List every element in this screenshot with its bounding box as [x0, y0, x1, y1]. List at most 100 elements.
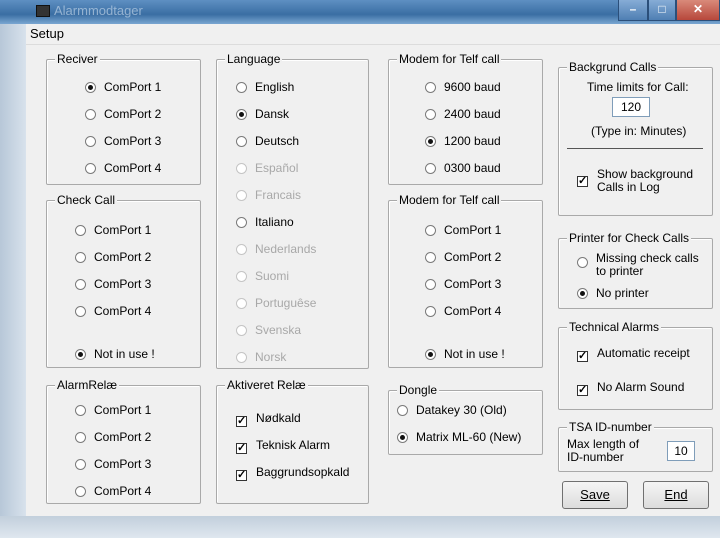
modem-comport-2-radio[interactable]: ComPort 2 [425, 249, 501, 265]
option-label: Not in use ! [94, 347, 155, 361]
radio-icon [425, 82, 436, 93]
alarm-relae-group: AlarmRelæ ComPort 1 ComPort 2 ComPort 3 … [46, 378, 201, 504]
baud-1200-radio[interactable]: 1200 baud [425, 133, 501, 149]
maximize-icon[interactable]: □ [648, 0, 676, 21]
option-label: Italiano [255, 215, 294, 229]
id-length-input[interactable]: 10 [667, 441, 695, 461]
close-icon[interactable]: ✕ [676, 0, 720, 21]
reciver-comport-2-radio[interactable]: ComPort 2 [85, 106, 161, 122]
option-label: Automatic receipt [597, 346, 690, 360]
background-calls-group: Backgrund Calls Time limits for Call: 12… [558, 60, 713, 216]
radio-icon [236, 163, 247, 174]
printer-title: Printer for Check Calls [567, 231, 692, 245]
baud-2400-radio[interactable]: 2400 baud [425, 106, 501, 122]
alarm-relae-comport-4-radio[interactable]: ComPort 4 [75, 483, 151, 499]
matrix-ml60-radio[interactable]: Matrix ML-60 (New) [397, 429, 521, 445]
minimize-icon[interactable]: – [618, 0, 648, 21]
language-english-radio[interactable]: English [236, 79, 294, 95]
checkmark-icon: ✓ [577, 350, 588, 362]
background-window-edge [0, 24, 26, 516]
option-label: ComPort 3 [94, 457, 152, 471]
save-button[interactable]: Save [562, 481, 628, 509]
modem-comport-1-radio[interactable]: ComPort 1 [425, 222, 501, 238]
option-label: 0300 baud [444, 161, 501, 175]
title-bar: Alarmmodtager – □ ✕ [0, 0, 720, 24]
language-dansk-radio[interactable]: Dansk [236, 106, 289, 122]
radio-icon [397, 405, 408, 416]
check-call-group: Check Call ComPort 1 ComPort 2 ComPort 3… [46, 193, 201, 368]
check-call-comport-2-radio[interactable]: ComPort 2 [75, 249, 151, 265]
option-label: ComPort 2 [94, 430, 152, 444]
time-limit-label: Time limits for Call: [587, 80, 689, 94]
max-length-line-1: Max length of [567, 437, 640, 451]
radio-icon [85, 163, 96, 174]
option-label: ComPort 2 [104, 107, 162, 121]
nodkald-checkbox[interactable]: ✓ Nødkald [236, 410, 301, 427]
technical-alarms-group: Technical Alarms ✓ Automatic receipt ✓ No … [558, 320, 713, 410]
radio-icon [425, 163, 436, 174]
missing-check-calls-radio[interactable]: Missing check calls to printer [577, 252, 699, 278]
radio-selected-icon [577, 288, 588, 299]
option-label: Español [255, 161, 299, 175]
radio-icon [425, 306, 436, 317]
radio-icon [236, 325, 247, 336]
option-label: Deutsch [255, 134, 300, 148]
checkmark-icon: ✓ [577, 175, 588, 187]
menu-setup[interactable]: Setup [30, 26, 64, 41]
max-length-line-2: ID-number [567, 450, 624, 464]
radio-icon [236, 136, 247, 147]
reciver-group: Reciver ComPort 1 ComPort 2 ComPort 3 Co… [46, 52, 201, 185]
radio-icon [75, 252, 86, 263]
reciver-comport-1-radio[interactable]: ComPort 1 [85, 79, 161, 95]
minutes-hint: (Type in: Minutes) [591, 124, 687, 138]
radio-icon [425, 225, 436, 236]
automatic-receipt-checkbox[interactable]: ✓ Automatic receipt [577, 345, 690, 362]
language-portuguese-radio: Portuguêse [236, 295, 316, 311]
radio-icon [577, 257, 588, 268]
modem-comport-3-radio[interactable]: ComPort 3 [425, 276, 501, 292]
option-label: English [255, 80, 295, 94]
option-label: Teknisk Alarm [256, 438, 331, 452]
alarm-relae-comport-3-radio[interactable]: ComPort 3 [75, 456, 151, 472]
reciver-comport-4-radio[interactable]: ComPort 4 [85, 160, 161, 176]
time-limit-input[interactable]: 120 [612, 97, 650, 117]
teknisk-alarm-checkbox[interactable]: ✓ Teknisk Alarm [236, 437, 330, 454]
radio-icon [236, 217, 247, 228]
modem-baud-group: Modem for Telf call 9600 baud 2400 baud … [388, 52, 543, 185]
baggrundsopkald-checkbox[interactable]: ✓ Baggrundsopkald [236, 464, 349, 481]
show-background-calls-checkbox[interactable]: ✓ Show background Calls in Log [577, 168, 693, 194]
check-call-comport-1-radio[interactable]: ComPort 1 [75, 222, 151, 238]
no-printer-radio[interactable]: No printer [577, 285, 649, 301]
end-button[interactable]: End [643, 481, 709, 509]
radio-icon [236, 271, 247, 282]
baud-0300-radio[interactable]: 0300 baud [425, 160, 501, 176]
reciver-comport-3-radio[interactable]: ComPort 3 [85, 133, 161, 149]
radio-icon [75, 279, 86, 290]
divider [567, 148, 703, 149]
alarm-relae-comport-2-radio[interactable]: ComPort 2 [75, 429, 151, 445]
check-call-comport-3-radio[interactable]: ComPort 3 [75, 276, 151, 292]
radio-icon [236, 298, 247, 309]
radio-selected-icon [425, 349, 436, 360]
option-label: 1200 baud [444, 134, 501, 148]
tsa-group: TSA ID-number Max length of ID-number 10 [558, 420, 713, 472]
language-deutsch-radio[interactable]: Deutsch [236, 133, 299, 149]
alarm-relae-comport-1-radio[interactable]: ComPort 1 [75, 402, 151, 418]
radio-icon [425, 109, 436, 120]
show-log-line-2: Calls in Log [597, 180, 660, 194]
modem-not-in-use-radio[interactable]: Not in use ! [425, 346, 505, 362]
setup-dialog: Reciver ComPort 1 ComPort 2 ComPort 3 Co… [26, 45, 720, 516]
radio-icon [236, 190, 247, 201]
language-italiano-radio[interactable]: Italiano [236, 214, 294, 230]
check-call-not-in-use-radio[interactable]: Not in use ! [75, 346, 155, 362]
baud-9600-radio[interactable]: 9600 baud [425, 79, 501, 95]
check-call-comport-4-radio[interactable]: ComPort 4 [75, 303, 151, 319]
option-label: ComPort 1 [94, 223, 152, 237]
option-label: Dansk [255, 107, 290, 121]
language-group: Language English Dansk Deutsch Español F… [216, 52, 369, 369]
radio-icon [425, 279, 436, 290]
datakey-30-radio[interactable]: Datakey 30 (Old) [397, 402, 507, 418]
modem-comport-4-radio[interactable]: ComPort 4 [425, 303, 501, 319]
no-alarm-sound-checkbox[interactable]: ✓ No Alarm Sound [577, 379, 684, 396]
option-label: ComPort 3 [104, 134, 162, 148]
